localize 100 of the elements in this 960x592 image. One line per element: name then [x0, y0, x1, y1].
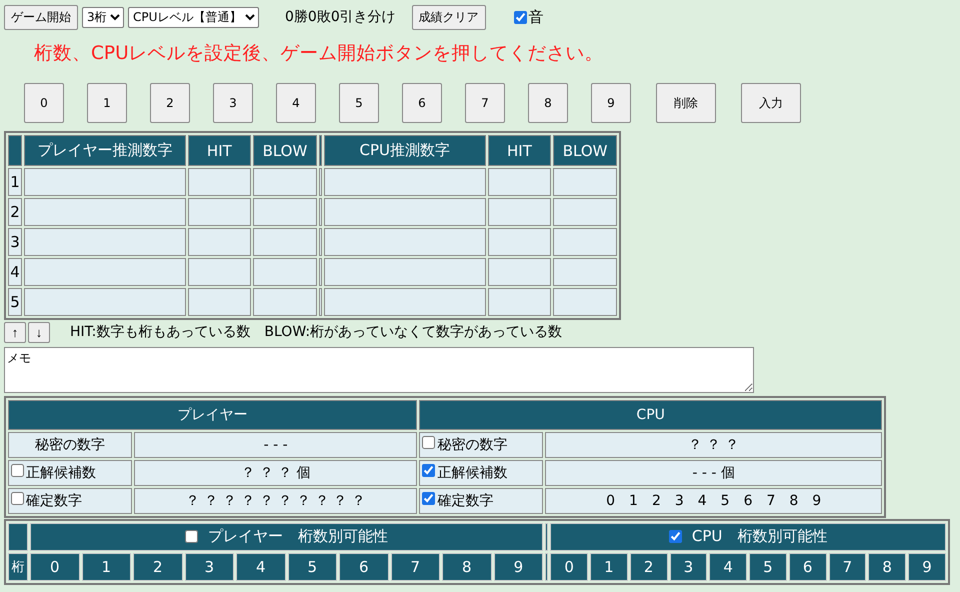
- header-corner: [8, 523, 28, 551]
- section-header: プレイヤー: [8, 400, 418, 430]
- value-cell: ？ ？ ？ ？ ？ ？ ？ ？ ？ ？: [134, 488, 418, 514]
- action-key[interactable]: 入力: [741, 83, 801, 123]
- digit-key[interactable]: 1: [87, 83, 127, 123]
- memo-field[interactable]: メモ: [4, 347, 754, 393]
- value-cell: ？ ？ ？ 個: [134, 460, 418, 486]
- digit-cell: 1: [590, 553, 628, 581]
- legend-text: HIT:数字も桁もあっている数: [70, 323, 250, 341]
- digit-key[interactable]: 5: [339, 83, 379, 123]
- instruction-message: 桁数、CPUレベルを設定後、ゲーム開始ボタンを押してください。: [34, 42, 605, 66]
- column-separator: [318, 288, 322, 316]
- row-label: 桁: [8, 553, 28, 581]
- sound-checkbox[interactable]: [514, 10, 527, 24]
- checkbox[interactable]: [668, 530, 682, 543]
- column-separator: [545, 553, 548, 581]
- digit-cell: 1: [82, 553, 131, 581]
- table-cell: [488, 198, 552, 226]
- digit-key[interactable]: 8: [528, 83, 568, 123]
- digit-key[interactable]: 0: [24, 83, 64, 123]
- row-number: 3: [8, 228, 22, 256]
- table-cell: [488, 228, 552, 256]
- digit-cell: 5: [749, 553, 787, 581]
- digit-cell: 7: [828, 553, 866, 581]
- section-title: CPU 桁数別可能性: [692, 527, 828, 546]
- row-label: 確定数字: [26, 493, 82, 509]
- table-cell: [253, 258, 317, 286]
- value-cell: - - - 個: [545, 460, 882, 486]
- digit-cell: 3: [184, 553, 234, 581]
- value-cell: ？ ？ ？: [545, 432, 882, 458]
- column-header: プレイヤー推測数字: [24, 135, 186, 166]
- table-cell: [188, 168, 252, 196]
- section-title: プレイヤー 桁数別可能性: [208, 527, 388, 546]
- checkbox[interactable]: [11, 492, 24, 505]
- checkbox[interactable]: [185, 530, 198, 543]
- digit-key[interactable]: 4: [276, 83, 316, 123]
- digit-cell: 8: [442, 553, 492, 581]
- table-cell: [188, 258, 252, 286]
- digit-cell: 3: [670, 553, 708, 581]
- digit-cell: 2: [630, 553, 668, 581]
- row-label: 正解候補数: [26, 465, 96, 481]
- digit-cell: 5: [288, 553, 337, 581]
- digit-key[interactable]: 6: [402, 83, 442, 123]
- record-text: 0勝0敗0引き分け: [285, 8, 396, 26]
- table-cell: [553, 198, 617, 226]
- checkbox[interactable]: [422, 464, 436, 477]
- table-cell: [253, 168, 317, 196]
- digit-cell: 8: [868, 553, 906, 581]
- checkbox[interactable]: [11, 464, 24, 477]
- row-number: 2: [8, 198, 22, 226]
- table-cell: [488, 288, 552, 316]
- table-cell: [553, 258, 617, 286]
- action-key[interactable]: 削除: [656, 83, 716, 123]
- column-header: HIT: [488, 135, 552, 166]
- column-header: BLOW: [553, 135, 617, 166]
- column-header: HIT: [188, 135, 252, 166]
- row-label: 確定数字: [437, 493, 494, 509]
- table-cell: [188, 288, 252, 316]
- table-cell: [253, 288, 317, 316]
- level-select[interactable]: CPUレベル【普通】: [128, 6, 259, 28]
- table-cell: [488, 168, 552, 196]
- digit-cell: 4: [709, 553, 748, 581]
- row-label: 正解候補数: [437, 465, 508, 481]
- column-separator: [318, 135, 322, 166]
- digit-cell: 9: [494, 553, 544, 581]
- digit-cell: 2: [133, 553, 182, 581]
- scroll-button[interactable]: ↓: [28, 322, 50, 342]
- table-cell: [488, 258, 552, 286]
- column-separator: [318, 228, 322, 256]
- digit-cell: 0: [550, 553, 588, 581]
- row-number: 1: [8, 168, 22, 196]
- digit-key[interactable]: 3: [213, 83, 253, 123]
- value-cell: - - -: [134, 432, 418, 458]
- digit-key[interactable]: 9: [591, 83, 631, 123]
- table-cell: [253, 198, 317, 226]
- table-cell: [553, 228, 617, 256]
- scroll-button[interactable]: ↑: [4, 322, 26, 342]
- clear-button[interactable]: 成績クリア: [412, 4, 486, 30]
- row-number: 5: [8, 288, 22, 316]
- digit-key[interactable]: 2: [150, 83, 190, 123]
- table-cell: [553, 288, 617, 316]
- digit-key[interactable]: 7: [465, 83, 505, 123]
- digit-cell: 6: [788, 553, 827, 581]
- legend-text: BLOW:桁があっていなくて数字があっている数: [264, 323, 562, 341]
- section-header: CPU: [419, 400, 882, 430]
- table-cell: [553, 168, 617, 196]
- table-cell: [188, 198, 252, 226]
- header-corner: [8, 135, 22, 166]
- value-cell: 0 1 2 3 4 5 6 7 8 9: [545, 488, 882, 514]
- digits-select[interactable]: 3桁: [82, 6, 124, 28]
- checkbox[interactable]: [422, 436, 436, 449]
- column-separator: [545, 523, 548, 551]
- row-number: 4: [8, 258, 22, 286]
- column-separator: [318, 198, 322, 226]
- sound-label: 音: [528, 8, 544, 26]
- start-button[interactable]: ゲーム開始: [4, 4, 78, 30]
- column-header: BLOW: [253, 135, 317, 166]
- checkbox[interactable]: [422, 492, 436, 505]
- row-label: 秘密の数字: [437, 437, 508, 453]
- digit-cell: 9: [908, 553, 946, 581]
